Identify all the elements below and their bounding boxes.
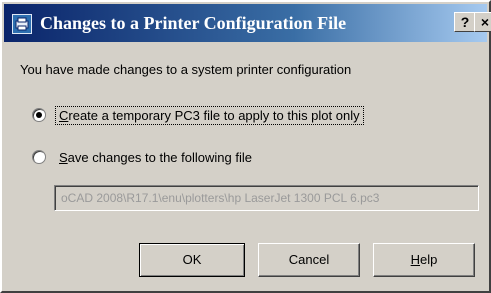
option-temporary-pc3[interactable]: Create a temporary PC3 file to apply to … [32,105,364,125]
option-save-changes[interactable]: Save changes to the following file [32,147,255,167]
window-title: Changes to a Printer Configuration File [40,13,347,33]
help-button[interactable]: Help [373,243,475,277]
option-temporary-label[interactable]: Create a temporary PC3 file to apply to … [55,105,364,125]
accelerator-key: C [59,107,69,123]
option-label-text: reate a temporary PC3 file to apply to t… [68,107,360,123]
option-label-text: ave changes to the following file [67,149,252,165]
cancel-button[interactable]: Cancel [258,243,360,277]
printer-config-icon [12,14,32,34]
dialog-window: Changes to a Printer Configuration File … [0,0,491,293]
title-bar[interactable]: Changes to a Printer Configuration File … [4,4,491,42]
radio-button-save[interactable] [32,150,46,164]
help-question-button[interactable]: ? [454,12,476,32]
ok-button[interactable]: OK [139,243,245,277]
help-button-label: elp [420,252,438,267]
close-button[interactable]: × [474,12,491,32]
accelerator-key: S [59,149,68,165]
info-message: You have made changes to a system printe… [20,62,352,77]
file-path-field: oCAD 2008\R17.1\enu\plotters\hp LaserJet… [54,185,479,211]
radio-button-temporary[interactable] [32,108,46,122]
option-save-label[interactable]: Save changes to the following file [56,149,255,166]
accelerator-key: H [410,252,421,267]
